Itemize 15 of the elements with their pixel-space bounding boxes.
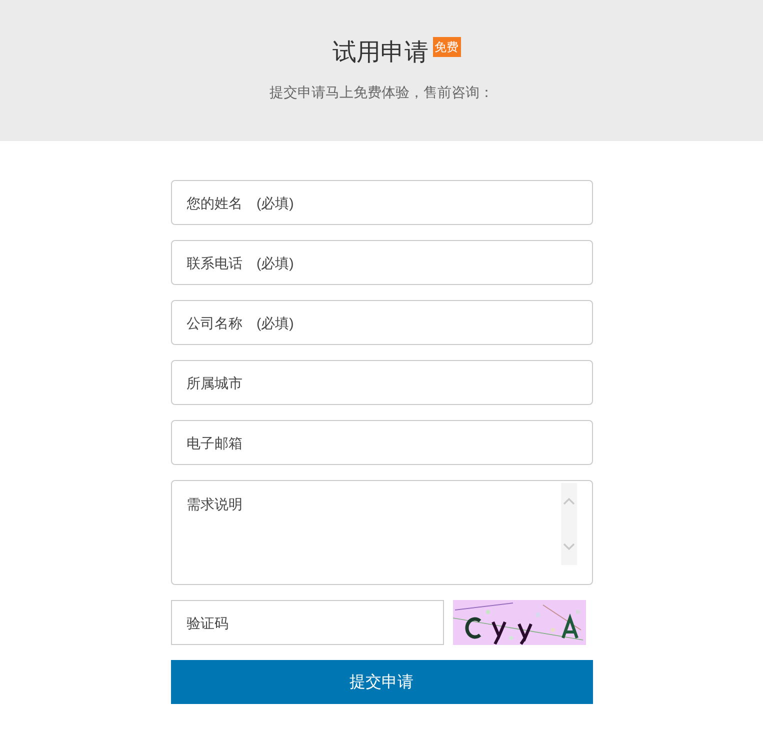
scrollbar[interactable] <box>560 483 576 565</box>
chevron-up-icon[interactable] <box>562 497 574 505</box>
free-badge: 免费 <box>432 37 460 57</box>
captcha-input-field[interactable]: 验证码 <box>170 600 444 645</box>
page-title: 试用申请 <box>332 38 428 68</box>
subtitle: 提交申请马上免费体验，售前咨询： <box>270 83 494 102</box>
input-field[interactable]: 公司名称 (必填) <box>170 300 592 345</box>
chevron-down-icon[interactable] <box>562 543 574 551</box>
textarea-field[interactable]: 需求说明 <box>170 480 592 585</box>
input-field[interactable]: 电子邮箱 <box>170 420 592 465</box>
input-field[interactable]: 联系电话 (必填) <box>170 240 592 285</box>
captcha-drawing[interactable] <box>452 600 586 645</box>
input-field[interactable]: 所属城市 <box>170 360 592 405</box>
input-field[interactable]: 您的姓名 (必填) <box>170 180 592 225</box>
submit-button[interactable]: 提交申请 <box>170 660 592 704</box>
